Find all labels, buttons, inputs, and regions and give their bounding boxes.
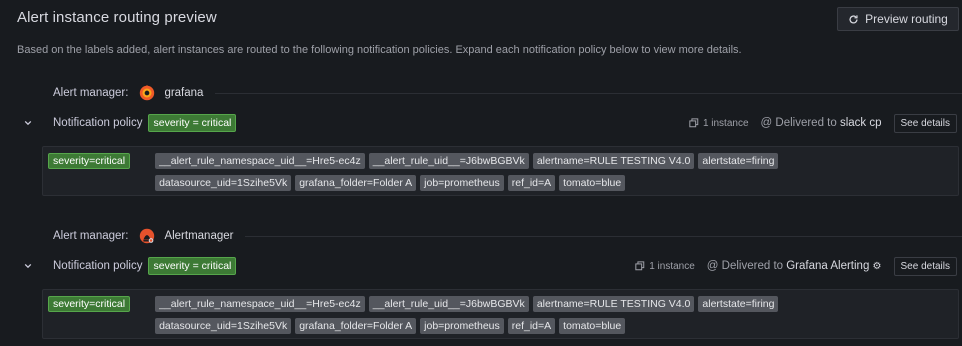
instance-count-text: 1 instance <box>649 260 695 272</box>
alert-manager-label: Alert manager: <box>53 87 129 99</box>
severity-tag: severity=critical <box>48 153 131 169</box>
policy-label: Notification policy <box>53 117 143 129</box>
delivered-to: @ Delivered to Grafana Alerting ⚙ <box>707 260 882 272</box>
grafana-alerting-icon: ⚙ <box>872 261 882 272</box>
label-tag: alertname=RULE TESTING V4.0 <box>532 296 695 312</box>
label-tag: grafana_folder=Folder A <box>295 318 417 334</box>
label-tag: job=prometheus <box>420 175 504 191</box>
instances-icon <box>635 261 645 271</box>
divider <box>245 235 962 237</box>
label-tag: tomato=blue <box>559 175 626 191</box>
label-tag: datasource_uid=1Szihe5Vk <box>155 175 292 191</box>
grafana-logo-icon <box>138 84 156 102</box>
severity-tag: severity=critical <box>48 296 131 312</box>
preview-routing-label: Preview routing <box>865 12 948 26</box>
contact-point: Grafana Alerting <box>786 260 870 272</box>
delivered-to: @ Delivered to slack cp <box>761 117 882 129</box>
delivered-prefix: @ Delivered to <box>706 260 784 272</box>
alert-manager-name: Alertmanager <box>164 230 234 242</box>
alert-manager-row: Alert manager: Alertmanager <box>17 225 962 247</box>
notification-policy-row[interactable]: Notification policy severity = critical … <box>17 112 962 134</box>
label-tag: __alert_rule_namespace_uid__=Hre5-ec4z <box>155 153 365 169</box>
policy-matcher: severity = critical <box>148 257 237 275</box>
label-list: __alert_rule_namespace_uid__=Hre5-ec4z _… <box>155 153 895 191</box>
notification-policy-row[interactable]: Notification policy severity = critical … <box>17 255 962 277</box>
divider <box>215 92 962 94</box>
label-tag: datasource_uid=1Szihe5Vk <box>155 318 292 334</box>
label-tag: grafana_folder=Folder A <box>295 175 417 191</box>
see-details-button[interactable]: See details <box>893 113 957 133</box>
see-details-button[interactable]: See details <box>893 256 957 276</box>
chevron-down-icon[interactable] <box>24 119 36 127</box>
alert-manager-name: grafana <box>164 87 204 99</box>
alert-manager-label: Alert manager: <box>53 230 129 242</box>
instance-count: 1 instance <box>635 261 695 272</box>
contact-point: slack cp <box>839 117 882 129</box>
delivered-prefix: @ Delivered to <box>760 117 837 129</box>
label-tag: alertname=RULE TESTING V4.0 <box>532 153 695 169</box>
label-list: __alert_rule_namespace_uid__=Hre5-ec4z _… <box>155 296 895 334</box>
instances-icon <box>689 118 699 128</box>
label-tag: __alert_rule_uid__=J6bwBGBVk <box>368 153 529 169</box>
refresh-icon <box>849 14 858 24</box>
instance-count-text: 1 instance <box>702 117 749 129</box>
label-tag: alertstate=firing <box>698 296 779 312</box>
page-title: Alert instance routing preview <box>17 9 217 26</box>
instance-count: 1 instance <box>689 118 749 129</box>
alert-manager-row: Alert manager: grafana <box>17 82 962 104</box>
preview-routing-button[interactable]: Preview routing <box>837 7 959 31</box>
label-tag: job=prometheus <box>420 318 504 334</box>
chevron-down-icon[interactable] <box>24 262 36 270</box>
policy-matcher: severity = critical <box>148 114 237 132</box>
policy-label: Notification policy <box>53 260 143 272</box>
alert-instance: severity=critical __alert_rule_namespace… <box>42 289 959 339</box>
label-tag: alertstate=firing <box>698 153 779 169</box>
description-text: Based on the labels added, alert instanc… <box>17 44 742 56</box>
label-tag: tomato=blue <box>559 318 626 334</box>
label-tag: ref_id=A <box>507 175 556 191</box>
label-tag: __alert_rule_uid__=J6bwBGBVk <box>368 296 529 312</box>
alertmanager-logo-icon <box>138 227 156 245</box>
label-tag: ref_id=A <box>507 318 556 334</box>
label-tag: __alert_rule_namespace_uid__=Hre5-ec4z <box>155 296 365 312</box>
alert-instance: severity=critical __alert_rule_namespace… <box>42 146 959 196</box>
